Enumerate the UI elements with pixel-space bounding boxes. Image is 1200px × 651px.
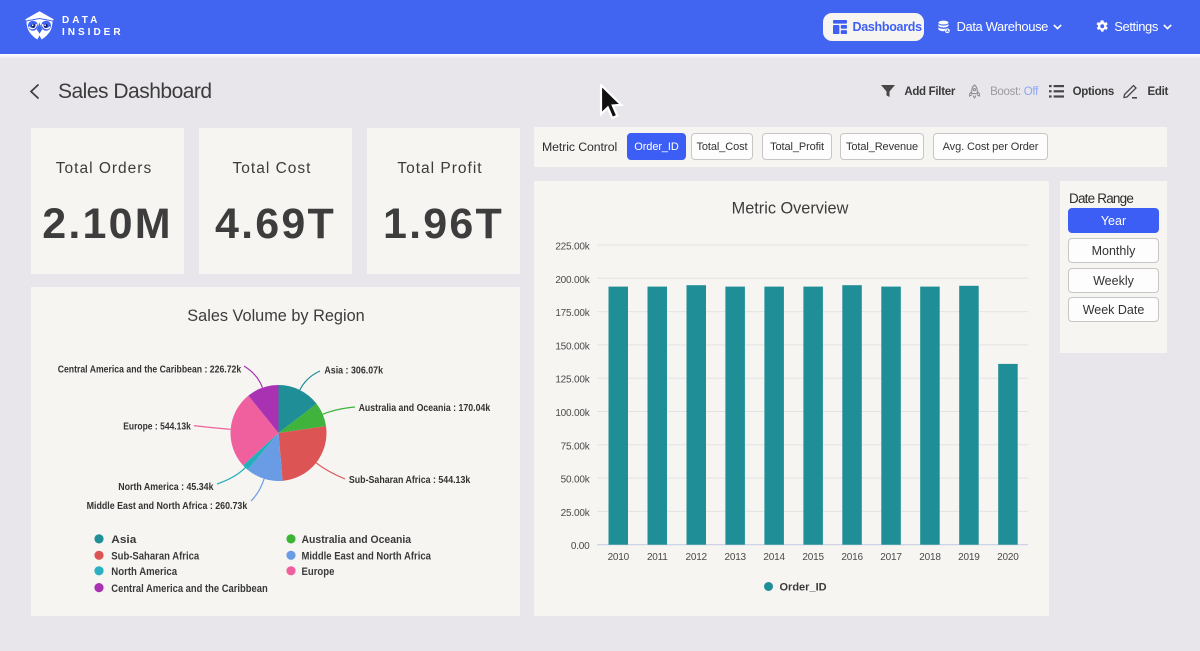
svg-text:175.00k: 175.00k [555, 308, 590, 319]
svg-text:Europe : 544.13k: Europe : 544.13k [123, 421, 191, 433]
svg-text:Central America and the Caribb: Central America and the Caribbean [111, 583, 268, 595]
svg-text:North America : 45.34k: North America : 45.34k [118, 481, 213, 493]
svg-text:50.00k: 50.00k [561, 475, 591, 486]
svg-text:2015: 2015 [802, 552, 824, 563]
svg-text:150.00k: 150.00k [555, 341, 590, 352]
svg-text:Metric Overview: Metric Overview [732, 200, 849, 218]
svg-text:2020: 2020 [997, 552, 1019, 563]
svg-text:Middle East and North Africa: Middle East and North Africa [302, 551, 432, 563]
svg-text:225.00k: 225.00k [555, 242, 590, 253]
svg-text:25.00k: 25.00k [561, 508, 591, 519]
svg-text:Asia : 306.07k: Asia : 306.07k [324, 365, 383, 377]
svg-text:75.00k: 75.00k [561, 441, 591, 452]
svg-text:2010: 2010 [608, 552, 630, 563]
svg-text:2016: 2016 [841, 552, 863, 563]
svg-text:Australia and Oceania : 170.04: Australia and Oceania : 170.04k [359, 402, 491, 414]
svg-text:Central America and the Caribb: Central America and the Caribbean : 226.… [58, 364, 242, 376]
svg-text:Europe: Europe [302, 566, 335, 578]
svg-text:100.00k: 100.00k [555, 408, 590, 419]
svg-text:2012: 2012 [685, 552, 707, 563]
svg-text:2014: 2014 [763, 552, 785, 563]
svg-text:2017: 2017 [880, 552, 902, 563]
svg-text:2019: 2019 [958, 552, 980, 563]
svg-text:Asia: Asia [111, 534, 137, 546]
svg-text:2013: 2013 [724, 552, 746, 563]
svg-text:Middle East and North Africa :: Middle East and North Africa : 260.73k [87, 500, 248, 512]
svg-text:Sub-Saharan Africa : 544.13k: Sub-Saharan Africa : 544.13k [349, 474, 471, 486]
svg-text:North America: North America [111, 566, 178, 578]
svg-text:Australia and Oceania: Australia and Oceania [302, 534, 412, 546]
svg-text:0.00: 0.00 [571, 541, 590, 552]
svg-text:200.00k: 200.00k [555, 275, 590, 286]
svg-text:Sales Volume by Region: Sales Volume by Region [187, 307, 364, 325]
svg-text:Order_ID: Order_ID [780, 582, 827, 594]
svg-text:2011: 2011 [647, 552, 668, 563]
svg-text:Sub-Saharan Africa: Sub-Saharan Africa [111, 551, 200, 563]
svg-text:125.00k: 125.00k [555, 375, 590, 386]
svg-text:2018: 2018 [919, 552, 941, 563]
